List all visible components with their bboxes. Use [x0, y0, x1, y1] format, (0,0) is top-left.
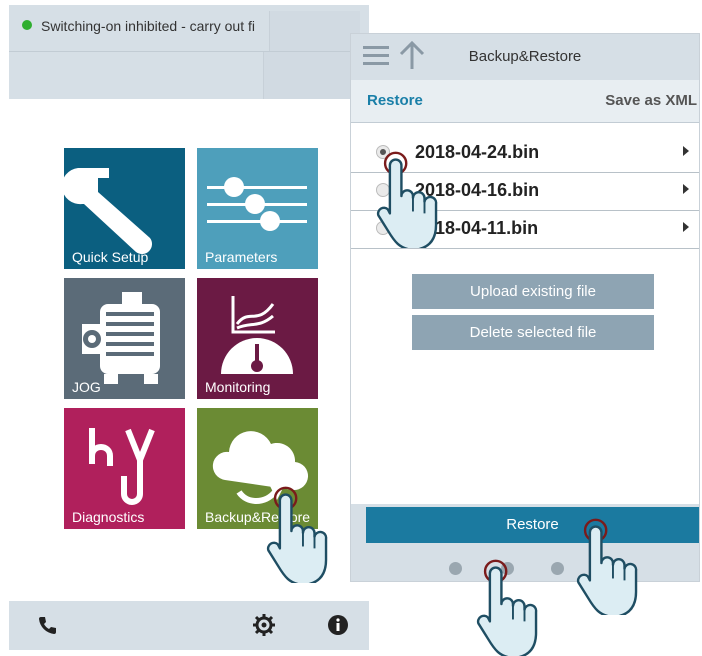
page-indicator-dot[interactable] — [551, 562, 564, 575]
chevron-right-icon — [683, 146, 689, 156]
tap-hand-icon — [376, 151, 438, 248]
tile-parameters[interactable]: Parameters — [197, 148, 318, 269]
info-icon[interactable] — [326, 613, 350, 637]
tile-label: JOG — [72, 379, 101, 395]
delete-selected-file-button[interactable]: Delete selected file — [412, 315, 654, 350]
status-bar: Switching-on inhibited - carry out fi — [9, 5, 369, 52]
bottom-toolbar — [9, 601, 369, 650]
status-text: Switching-on inhibited - carry out fi — [41, 18, 255, 34]
chevron-right-icon — [683, 184, 689, 194]
sub-header-tab[interactable] — [263, 52, 360, 99]
sub-header-bar — [9, 52, 369, 99]
phone-icon[interactable] — [36, 613, 60, 637]
tile-label: Quick Setup — [72, 249, 149, 265]
tile-quick-setup[interactable]: Quick Setup — [64, 148, 185, 269]
tap-hand-icon — [266, 486, 328, 583]
tile-label: Monitoring — [205, 379, 271, 395]
tile-monitoring[interactable]: Monitoring — [197, 278, 318, 399]
upload-existing-file-button[interactable]: Upload existing file — [412, 274, 654, 309]
tile-jog[interactable]: JOG — [64, 278, 185, 399]
tile-diagnostics[interactable]: Diagnostics — [64, 408, 185, 529]
chevron-right-icon — [683, 222, 689, 232]
restore-button[interactable]: Restore — [366, 507, 699, 543]
panel-header: Backup&Restore — [351, 34, 699, 80]
tile-label: Parameters — [205, 249, 278, 265]
panel-title: Backup&Restore — [468, 48, 582, 65]
panel-tabs: Restore Save as XML — [351, 80, 699, 123]
tap-hand-icon — [476, 559, 538, 656]
status-bar-tab[interactable] — [269, 11, 360, 51]
tile-label: Diagnostics — [72, 509, 145, 525]
backup-restore-panel: Backup&Restore Restore Save as XML 2018-… — [350, 33, 700, 582]
gear-icon[interactable] — [252, 613, 276, 637]
tab-restore[interactable]: Restore — [367, 92, 423, 109]
status-indicator — [22, 20, 32, 30]
tab-save-as-xml[interactable]: Save as XML — [605, 92, 697, 109]
tap-hand-icon — [576, 518, 638, 615]
page-indicator-dot[interactable] — [449, 562, 462, 575]
